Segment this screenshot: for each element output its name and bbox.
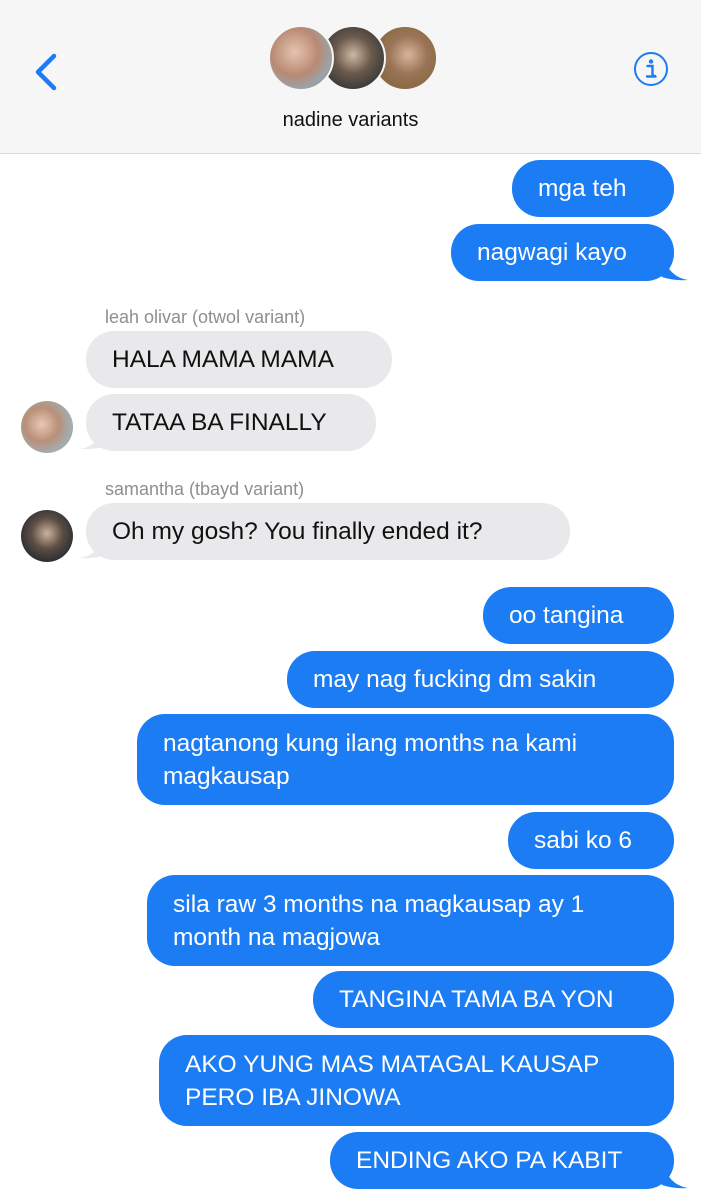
message-text: mga teh xyxy=(538,175,627,202)
message-bubble-outgoing[interactable]: oo tangina xyxy=(483,587,674,644)
message-text: sabi ko 6 xyxy=(534,827,633,854)
message-bubble-outgoing[interactable]: may nag fucking dm sakin xyxy=(287,651,674,708)
info-button[interactable] xyxy=(633,51,669,87)
sender-avatar[interactable] xyxy=(21,510,73,562)
message-bubble-outgoing[interactable]: nagtanong kung ilang months na kami magk… xyxy=(137,714,674,805)
message-bubble-outgoing[interactable]: TANGINA TAMA BA YON xyxy=(313,971,674,1028)
message-text-line: magkausap xyxy=(163,763,290,790)
message-text-line: month na magjowa xyxy=(173,924,381,951)
message-text: TANGINA TAMA BA YON xyxy=(339,986,614,1013)
bubble-tail xyxy=(80,531,106,559)
group-name[interactable]: nadine variants xyxy=(0,109,701,132)
message-text-line: sila raw 3 months na magkausap ay 1 xyxy=(173,891,585,918)
message-text: nagwagi kayo xyxy=(477,239,627,266)
message-bubble-incoming[interactable]: HALA MAMA MAMA xyxy=(86,331,392,388)
message-bubble-incoming[interactable]: TATAA BA FINALLY xyxy=(86,394,376,451)
message-text: TATAA BA FINALLY xyxy=(112,409,327,436)
conversation-header: nadine variants xyxy=(0,0,701,154)
message-text: oo tangina xyxy=(509,602,624,629)
message-bubble-outgoing[interactable]: mga teh xyxy=(512,160,674,217)
group-avatar-stack[interactable] xyxy=(268,25,438,95)
message-text-line: nagtanong kung ilang months na kami xyxy=(163,730,578,757)
message-bubble-outgoing[interactable]: sabi ko 6 xyxy=(508,812,674,869)
message-text-line: PERO IBA JINOWA xyxy=(185,1084,401,1111)
message-text: may nag fucking dm sakin xyxy=(313,666,597,693)
message-text: HALA MAMA MAMA xyxy=(112,346,334,373)
message-bubble-incoming[interactable]: Oh my gosh? You finally ended it? xyxy=(86,503,570,560)
message-text: Oh my gosh? You finally ended it? xyxy=(112,518,483,545)
group-member-avatar xyxy=(268,25,334,91)
sender-name: leah olivar (otwol variant) xyxy=(105,307,306,327)
message-bubble-outgoing[interactable]: ENDING AKO PA KABIT xyxy=(330,1132,674,1189)
bubble-tail xyxy=(662,253,688,281)
back-button[interactable] xyxy=(28,48,68,96)
sender-name: samantha (tbayd variant) xyxy=(105,479,305,499)
message-text: ENDING AKO PA KABIT xyxy=(356,1147,623,1174)
info-icon xyxy=(634,52,668,86)
chevron-left-icon xyxy=(35,53,57,91)
message-bubble-outgoing[interactable]: AKO YUNG MAS MATAGAL KAUSAP PERO IBA JIN… xyxy=(159,1035,674,1126)
message-bubble-outgoing[interactable]: sila raw 3 months na magkausap ay 1 mont… xyxy=(147,875,674,966)
bubble-tail xyxy=(80,422,106,450)
message-text-line: AKO YUNG MAS MATAGAL KAUSAP xyxy=(185,1051,600,1078)
sender-avatar[interactable] xyxy=(21,401,73,453)
message-bubble-outgoing[interactable]: nagwagi kayo xyxy=(451,224,674,281)
bubble-tail xyxy=(662,1161,688,1189)
